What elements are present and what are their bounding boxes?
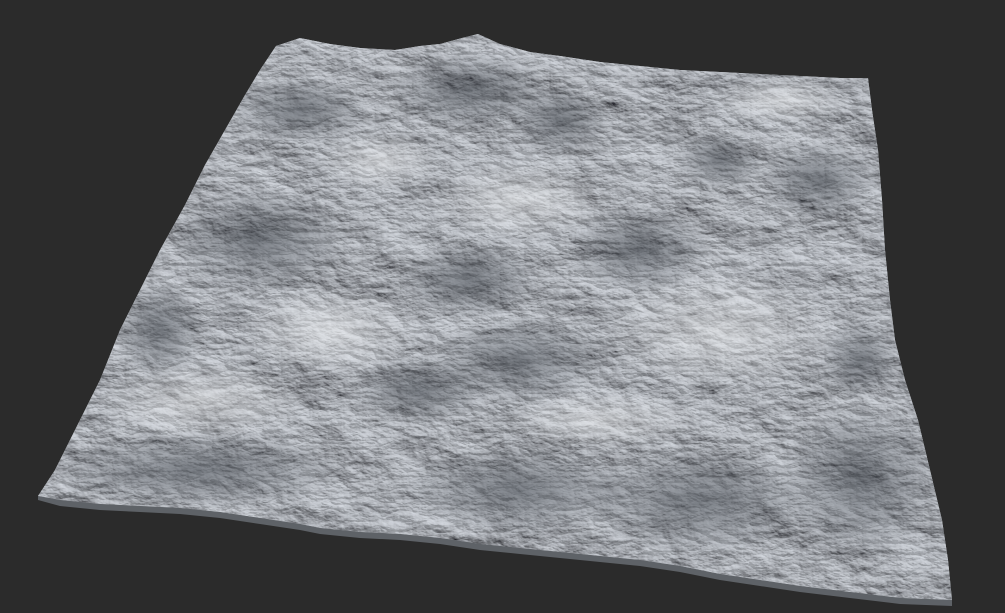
terrain-surface bbox=[38, 34, 952, 600]
terrain-render bbox=[38, 34, 952, 606]
render-viewport bbox=[0, 0, 1005, 613]
